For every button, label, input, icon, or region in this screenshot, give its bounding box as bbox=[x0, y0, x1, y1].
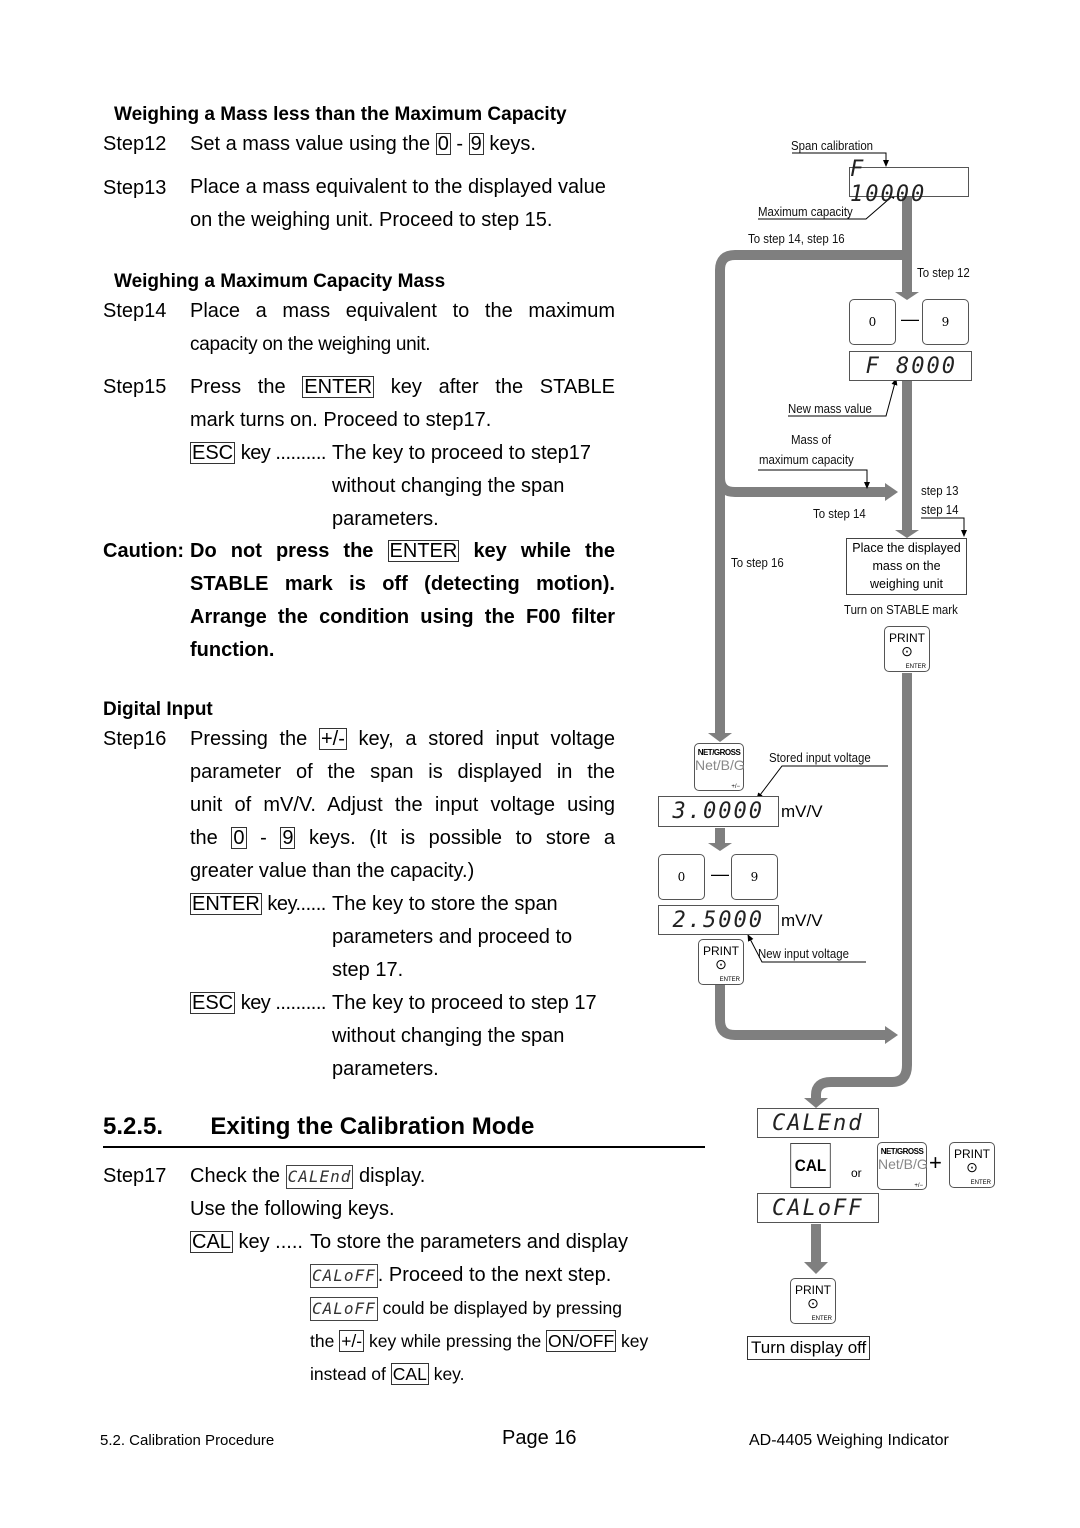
place-mass-box: Place the displayed mass on the weighing… bbox=[846, 538, 967, 595]
print-icon: ⊙ bbox=[807, 1295, 819, 1311]
key-0-button[interactable]: 0 bbox=[849, 299, 896, 345]
label-to-step-14: To step 14 bbox=[813, 506, 866, 521]
arrowhead-net bbox=[708, 733, 732, 742]
label-maximum-capacity: Maximum capacity bbox=[758, 204, 853, 219]
lcd-stored-voltage: 3.0000 bbox=[658, 796, 779, 827]
lcd-caloff: CALoFF bbox=[757, 1193, 879, 1223]
key-0-button-2[interactable]: 0 bbox=[658, 854, 705, 900]
label-turn-on-stable: Turn on STABLE mark bbox=[844, 602, 958, 617]
print-enter-button-4[interactable]: PRINT ⊙ ENTER bbox=[790, 1278, 836, 1324]
print-enter-button-2[interactable]: PRINT ⊙ ENTER bbox=[698, 939, 744, 985]
arrowhead-print3 bbox=[804, 1262, 828, 1274]
footer-product: AD-4405 Weighing Indicator bbox=[749, 1432, 949, 1449]
label-or: or bbox=[851, 1166, 862, 1180]
arrowhead-step12 bbox=[895, 292, 919, 300]
label-to-step-16: To step 16 bbox=[731, 555, 784, 570]
unit-mvv-1: mV/V bbox=[781, 802, 823, 821]
enter-label: ENTER bbox=[811, 1316, 832, 1322]
label-step13: step 13 bbox=[921, 483, 959, 498]
key-9-button[interactable]: 9 bbox=[922, 299, 969, 345]
label-mass-of: Mass of bbox=[791, 432, 832, 447]
lcd-span: F 10000 bbox=[849, 157, 969, 207]
print-enter-button-3[interactable]: PRINT ⊙ ENTER bbox=[949, 1142, 995, 1188]
plus-sign: + bbox=[929, 1150, 942, 1175]
unit-mvv-2: mV/V bbox=[781, 911, 823, 930]
turn-display-off-box: Turn display off bbox=[747, 1336, 871, 1360]
place-line2: mass on the bbox=[872, 559, 941, 573]
net-gross-button-2[interactable]: NET/GROSS Net/B/G +/− bbox=[877, 1142, 928, 1190]
lcd-input-voltage: 2.5000 bbox=[658, 905, 779, 935]
lcd-calend: CALEnd bbox=[757, 1108, 879, 1138]
label-stored-input-voltage: Stored input voltage bbox=[769, 750, 871, 765]
print-icon: ⊙ bbox=[715, 956, 727, 972]
arrowhead-merge bbox=[885, 1026, 898, 1044]
enter-label: ENTER bbox=[970, 1180, 991, 1186]
label-maximum-capacity-2: maximum capacity bbox=[759, 452, 854, 467]
label-to-step-14-16: To step 14, step 16 bbox=[748, 231, 845, 246]
label-new-mass-value: New mass value bbox=[788, 401, 872, 416]
place-line1: Place the displayed bbox=[852, 541, 961, 555]
arrowhead-place bbox=[895, 530, 919, 538]
plus-minus-label: +/− bbox=[731, 784, 740, 790]
net-bg-label: Net/B/G bbox=[878, 1156, 928, 1172]
enter-label: ENTER bbox=[719, 977, 740, 983]
range-dash: — bbox=[901, 309, 919, 329]
net-bg-label: Net/B/G bbox=[695, 757, 745, 773]
enter-label: ENTER bbox=[905, 664, 926, 670]
print-icon: ⊙ bbox=[966, 1159, 978, 1175]
label-span-calibration: Span calibration bbox=[791, 138, 874, 153]
net-gross-button[interactable]: NET/GROSS Net/B/G +/− bbox=[694, 743, 745, 791]
cal-button[interactable]: CAL bbox=[790, 1143, 831, 1188]
label-step14: step 14 bbox=[921, 502, 959, 517]
net-gross-label: NET/GROSS bbox=[697, 748, 741, 757]
footer-section: 5.2. Calibration Procedure bbox=[100, 1432, 275, 1449]
net-gross-label: NET/GROSS bbox=[880, 1147, 924, 1156]
label-new-input-voltage: New input voltage bbox=[758, 946, 849, 961]
lcd-new-mass: F 8000 bbox=[849, 351, 972, 381]
arrowhead-step14 bbox=[885, 483, 898, 501]
print-enter-button[interactable]: PRINT ⊙ ENTER bbox=[884, 626, 930, 672]
print-icon: ⊙ bbox=[901, 643, 913, 659]
range-dash-2: — bbox=[711, 864, 729, 884]
flow-to-step14 bbox=[715, 477, 885, 497]
arrowhead-keys bbox=[708, 843, 732, 851]
label-to-step-12: To step 12 bbox=[917, 265, 970, 280]
flow-diagram bbox=[708, 152, 967, 1274]
plus-minus-label: +/− bbox=[914, 1183, 923, 1189]
key-9-button-2[interactable]: 9 bbox=[731, 854, 778, 900]
place-line3: weighing unit bbox=[870, 577, 943, 591]
footer-page: Page 16 bbox=[502, 1427, 577, 1449]
arrowhead-calend bbox=[804, 1098, 828, 1108]
flow-print2-down bbox=[715, 985, 885, 1040]
